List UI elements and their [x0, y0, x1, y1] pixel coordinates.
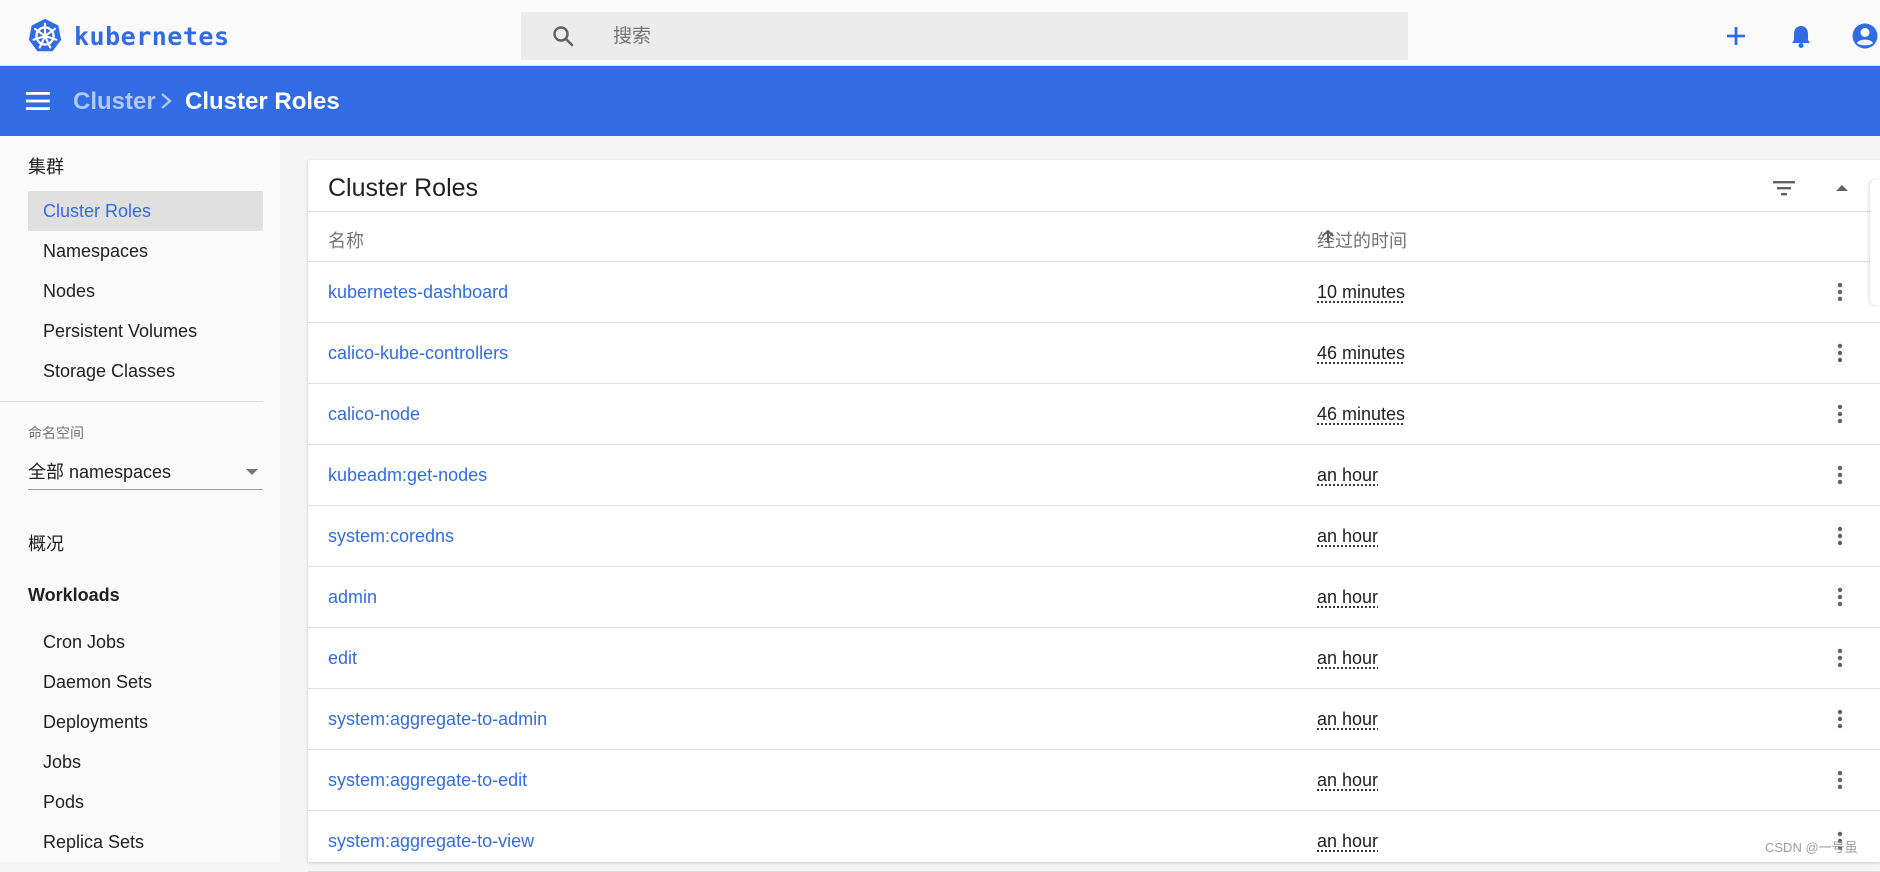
add-icon[interactable] [1722, 22, 1750, 50]
more-vert-icon[interactable] [1828, 280, 1852, 304]
filter-icon[interactable] [1770, 177, 1798, 199]
age-value: an hour [1317, 587, 1379, 607]
table-row: system:aggregate-to-view an hour [308, 811, 1880, 872]
more-vert-icon[interactable] [1828, 646, 1852, 670]
age-value: an hour [1317, 648, 1379, 668]
top-bar: kubernetes [0, 0, 1880, 66]
table-row: kubeadm:get-nodes an hour [308, 445, 1880, 506]
more-vert-icon[interactable] [1828, 463, 1852, 487]
cluster-role-link[interactable]: system:coredns [328, 526, 454, 547]
cluster-role-link[interactable]: admin [328, 587, 377, 608]
sidebar-item-storage-classes[interactable]: Storage Classes [28, 351, 263, 391]
namespace-select-value: 全部 namespaces [28, 462, 172, 482]
sidebar-item-cron-jobs[interactable]: Cron Jobs [28, 622, 263, 662]
cluster-role-link[interactable]: calico-kube-controllers [328, 343, 508, 364]
bell-icon[interactable] [1787, 22, 1815, 50]
table-row: calico-kube-controllers 46 minutes [308, 323, 1880, 384]
collapse-icon[interactable] [1830, 177, 1854, 199]
more-vert-icon[interactable] [1828, 768, 1852, 792]
cluster-role-link[interactable]: calico-node [328, 404, 420, 425]
sidebar-item-replica-sets[interactable]: Replica Sets [28, 822, 263, 862]
sidebar-item-jobs[interactable]: Jobs [28, 742, 263, 782]
cluster-role-link[interactable]: system:aggregate-to-view [328, 831, 534, 852]
sidebar-item-overview[interactable]: 概况 [28, 530, 64, 556]
sidebar-item-cluster-roles[interactable]: Cluster Roles [28, 191, 263, 231]
page-header: Cluster Cluster Roles [0, 66, 1880, 136]
table-row: admin an hour [308, 567, 1880, 628]
dropdown-arrow-icon [246, 469, 258, 475]
sidebar: 集群 Cluster Roles Namespaces Nodes Persis… [0, 136, 280, 862]
more-vert-icon[interactable] [1828, 341, 1852, 365]
search-bar[interactable] [521, 12, 1408, 60]
more-vert-icon[interactable] [1828, 524, 1852, 548]
sidebar-item-deployments[interactable]: Deployments [28, 702, 263, 742]
age-value: 46 minutes [1317, 343, 1406, 363]
sidebar-heading-workloads[interactable]: Workloads [28, 585, 120, 606]
cluster-role-link[interactable]: kubernetes-dashboard [328, 282, 508, 303]
cluster-role-link[interactable]: kubeadm:get-nodes [328, 465, 487, 486]
menu-icon[interactable] [24, 88, 52, 114]
namespace-label: 命名空间 [28, 425, 84, 441]
cluster-role-link[interactable]: system:aggregate-to-edit [328, 770, 527, 791]
sidebar-item-daemon-sets[interactable]: Daemon Sets [28, 662, 263, 702]
search-input[interactable] [613, 12, 1373, 60]
breadcrumb-parent[interactable]: Cluster [73, 88, 156, 116]
namespace-select[interactable]: 全部 namespaces [28, 456, 263, 490]
card-title: Cluster Roles [328, 174, 479, 202]
sort-arrow-up-icon[interactable] [1319, 228, 1337, 246]
chevron-right-icon [161, 93, 172, 109]
cluster-roles-card: Cluster Roles 名称 经过的时间 kubernetes-dashbo… [308, 160, 1880, 872]
table-row: calico-node 46 minutes [308, 384, 1880, 445]
brand-logo[interactable]: kubernetes [26, 17, 230, 55]
table-row: system:aggregate-to-edit an hour [308, 750, 1880, 811]
sidebar-item-pods[interactable]: Pods [28, 782, 263, 822]
more-vert-icon[interactable] [1828, 585, 1852, 609]
table-header: 名称 经过的时间 [308, 211, 1880, 262]
table-row: system:aggregate-to-admin an hour [308, 689, 1880, 750]
kubernetes-logo-icon [28, 18, 62, 52]
brand-name: kubernetes [74, 21, 230, 51]
table-row: edit an hour [308, 628, 1880, 689]
age-value: an hour [1317, 709, 1379, 729]
age-value: 10 minutes [1317, 282, 1406, 302]
sidebar-heading-cluster: 集群 [28, 157, 64, 177]
breadcrumb-current: Cluster Roles [185, 88, 340, 115]
age-value: an hour [1317, 831, 1379, 851]
sidebar-item-nodes[interactable]: Nodes [28, 271, 263, 311]
more-vert-icon[interactable] [1828, 707, 1852, 731]
side-panel-edge[interactable] [1870, 180, 1880, 305]
account-icon[interactable] [1851, 22, 1879, 50]
table-row: system:coredns an hour [308, 506, 1880, 567]
age-value: an hour [1317, 465, 1379, 485]
cluster-role-link[interactable]: system:aggregate-to-admin [328, 709, 547, 730]
search-icon [553, 26, 574, 47]
age-value: 46 minutes [1317, 404, 1406, 424]
cluster-role-link[interactable]: edit [328, 648, 357, 669]
sidebar-item-persistent-volumes[interactable]: Persistent Volumes [28, 311, 263, 351]
column-header-name[interactable]: 名称 [328, 227, 364, 253]
sidebar-divider [0, 401, 263, 402]
more-vert-icon[interactable] [1828, 402, 1852, 426]
age-value: an hour [1317, 770, 1379, 790]
sidebar-item-namespaces[interactable]: Namespaces [28, 231, 263, 271]
table-row: kubernetes-dashboard 10 minutes [308, 262, 1880, 323]
watermark: CSDN @一号虽 [1765, 840, 1858, 855]
age-value: an hour [1317, 526, 1379, 546]
